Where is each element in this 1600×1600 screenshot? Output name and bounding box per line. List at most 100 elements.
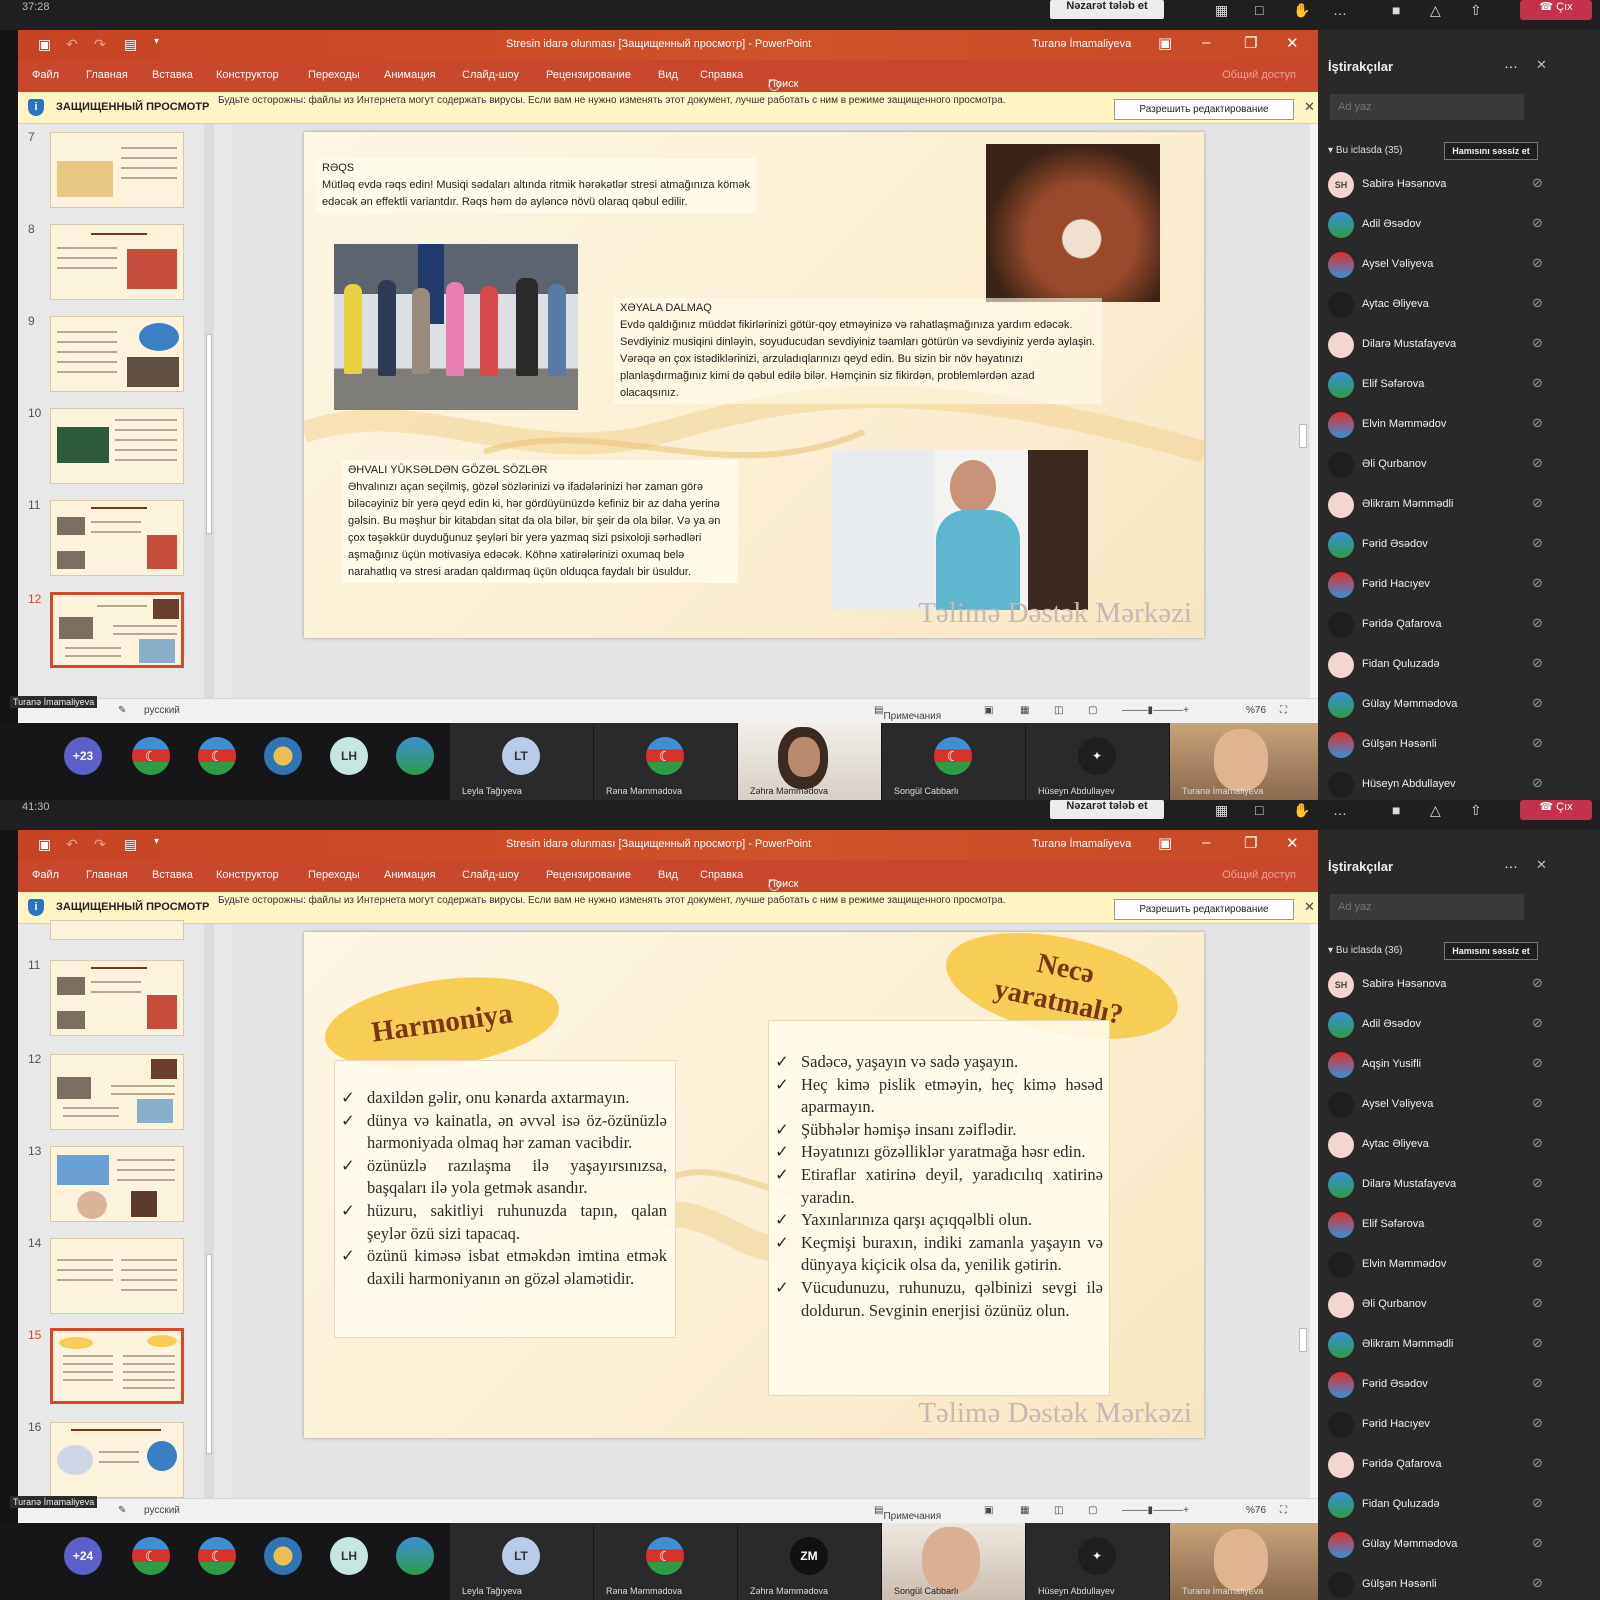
- mic-off-icon[interactable]: △: [1430, 2, 1441, 19]
- leave-button[interactable]: ☎ Çıx: [1520, 800, 1592, 820]
- slide-thumbnail[interactable]: [50, 500, 184, 576]
- close-window-icon[interactable]: ✕: [1286, 34, 1299, 52]
- tab-design[interactable]: Конструктор: [216, 869, 279, 881]
- share-screen-icon[interactable]: ⇧: [1470, 2, 1482, 19]
- close-bar-icon[interactable]: ✕: [1304, 99, 1315, 115]
- share-screen-icon[interactable]: ⇧: [1470, 802, 1482, 819]
- video-tile[interactable]: Rəna Məmmədova: [594, 723, 737, 800]
- more-actions-icon[interactable]: …: [1333, 802, 1347, 818]
- share-button[interactable]: Общий доступ: [1222, 869, 1296, 881]
- participant-row[interactable]: Fəridə Qafarova ⊘: [1328, 1450, 1546, 1480]
- participant-row[interactable]: Aqşin Yusifli ⊘: [1328, 1050, 1546, 1080]
- participant-row[interactable]: Fərid Əsədov ⊘: [1328, 1370, 1546, 1400]
- zoom-level[interactable]: %76: [1246, 705, 1266, 716]
- flag-avatar[interactable]: [132, 1537, 170, 1575]
- participant-row[interactable]: Əli Qurbanov ⊘: [1328, 1290, 1546, 1320]
- emblem-avatar[interactable]: [264, 1537, 302, 1575]
- video-tile[interactable]: LT Leyla Tağıyeva: [450, 723, 593, 800]
- zoom-slider[interactable]: –——▮———+: [1122, 705, 1189, 716]
- camera-off-icon[interactable]: ■: [1392, 802, 1400, 818]
- request-control-button[interactable]: Nəzarət tələb et: [1050, 800, 1164, 819]
- video-tile-camera[interactable]: Turanə İmamaliyeva: [1170, 1523, 1318, 1600]
- tab-help[interactable]: Справка: [700, 869, 743, 881]
- initials-avatar[interactable]: LH: [330, 1537, 368, 1575]
- more-participants-count[interactable]: +23: [64, 737, 102, 775]
- save-icon[interactable]: ▣: [38, 836, 51, 853]
- tab-review[interactable]: Рецензирование: [546, 869, 631, 881]
- minimize-icon[interactable]: –: [1202, 834, 1210, 851]
- reading-view-icon[interactable]: ◫: [1054, 1505, 1063, 1516]
- video-tile[interactable]: LT Leyla Tağıyeva: [450, 1523, 593, 1600]
- tab-view[interactable]: Вид: [658, 69, 678, 81]
- mic-off-icon[interactable]: △: [1430, 802, 1441, 819]
- participant-row[interactable]: Gülay Məmmədova ⊘: [1328, 690, 1546, 720]
- tab-slideshow[interactable]: Слайд-шоу: [462, 69, 519, 81]
- participant-row[interactable]: Aysel Vəliyeva ⊘: [1328, 250, 1546, 280]
- slide-thumbnail-selected[interactable]: [50, 592, 184, 668]
- participant-row[interactable]: Gülşən Həsənli ⊘: [1328, 730, 1546, 760]
- minimize-icon[interactable]: –: [1202, 34, 1210, 51]
- more-actions-icon[interactable]: …: [1333, 2, 1347, 18]
- restore-icon[interactable]: ❐: [1244, 34, 1257, 52]
- emblem-avatar[interactable]: [264, 737, 302, 775]
- participant-row[interactable]: Hüseyn Abdullayev ⊘: [1328, 770, 1546, 800]
- zoom-level[interactable]: %76: [1246, 1505, 1266, 1516]
- participant-row[interactable]: Fidan Quluzadə ⊘: [1328, 650, 1546, 680]
- from-beginning-icon[interactable]: ▤: [124, 36, 137, 53]
- language-indicator[interactable]: русский: [144, 1505, 180, 1516]
- normal-view-icon[interactable]: ▣: [984, 1505, 993, 1516]
- participant-row[interactable]: Elif Səfərova ⊘: [1328, 370, 1546, 400]
- camera-off-icon[interactable]: ■: [1392, 2, 1400, 18]
- participant-row[interactable]: SH Sabirə Həsənova ⊘: [1328, 970, 1546, 1000]
- participant-row[interactable]: Dilarə Mustafayeva ⊘: [1328, 330, 1546, 360]
- video-tile[interactable]: Rəna Məmmədova: [594, 1523, 737, 1600]
- participant-row[interactable]: Aytac Əliyeva ⊘: [1328, 290, 1546, 320]
- tab-file[interactable]: Файл: [32, 869, 59, 881]
- redo-icon[interactable]: ↷: [94, 836, 106, 853]
- tab-slideshow[interactable]: Слайд-шоу: [462, 869, 519, 881]
- chat-icon[interactable]: □: [1255, 2, 1263, 18]
- fit-slide-icon[interactable]: ⛶: [1280, 705, 1287, 716]
- more-options-icon[interactable]: …: [1504, 55, 1518, 71]
- ribbon-display-icon[interactable]: ▣: [1158, 834, 1172, 852]
- participant-row[interactable]: Elvin Məmmədov ⊘: [1328, 1250, 1546, 1280]
- sorter-view-icon[interactable]: ▦: [1020, 1505, 1029, 1516]
- participant-row[interactable]: Fərid Hacıyev ⊘: [1328, 570, 1546, 600]
- participants-search-input[interactable]: [1330, 94, 1524, 120]
- tab-review[interactable]: Рецензирование: [546, 69, 631, 81]
- undo-icon[interactable]: ↶: [66, 836, 78, 853]
- raise-hand-icon[interactable]: ✋: [1293, 2, 1310, 19]
- customize-qat-icon[interactable]: ▾: [154, 836, 159, 847]
- participant-row[interactable]: SH Sabirə Həsənova ⊘: [1328, 170, 1546, 200]
- more-participants-count[interactable]: +24: [64, 1537, 102, 1575]
- enable-editing-button[interactable]: Разрешить редактирование: [1114, 899, 1294, 920]
- ribbon-display-icon[interactable]: ▣: [1158, 34, 1172, 52]
- video-tile[interactable]: Songül Cabbarlı: [882, 723, 1025, 800]
- customize-qat-icon[interactable]: ▾: [154, 36, 159, 47]
- participant-row[interactable]: Aysel Vəliyeva ⊘: [1328, 1090, 1546, 1120]
- mute-all-button[interactable]: Hamısını səssiz et: [1444, 142, 1538, 160]
- close-bar-icon[interactable]: ✕: [1304, 899, 1315, 915]
- slideshow-view-icon[interactable]: ▢: [1088, 705, 1097, 716]
- participant-row[interactable]: Fərid Hacıyev ⊘: [1328, 1410, 1546, 1440]
- mute-all-button[interactable]: Hamısını səssiz et: [1444, 942, 1538, 960]
- from-beginning-icon[interactable]: ▤: [124, 836, 137, 853]
- tab-transitions[interactable]: Переходы: [308, 869, 360, 881]
- close-pane-icon[interactable]: ✕: [1536, 857, 1547, 873]
- slide-thumbnail[interactable]: [50, 316, 184, 392]
- flag-avatar[interactable]: [198, 737, 236, 775]
- enable-editing-button[interactable]: Разрешить редактирование: [1114, 99, 1294, 120]
- share-button[interactable]: Общий доступ: [1222, 69, 1296, 81]
- notes-button[interactable]: ▤ Примечания: [874, 705, 941, 722]
- flag-avatar[interactable]: [396, 1537, 434, 1575]
- video-tile[interactable]: ✦ Hüseyn Abdullayev: [1026, 723, 1169, 800]
- slide-thumbnail-selected[interactable]: [50, 1328, 184, 1404]
- tab-insert[interactable]: Вставка: [152, 69, 193, 81]
- tab-home[interactable]: Главная: [86, 869, 128, 881]
- participant-row[interactable]: Fərid Əsədov ⊘: [1328, 530, 1546, 560]
- slide-thumbnail[interactable]: [50, 408, 184, 484]
- participant-row[interactable]: Adil Əsədov ⊘: [1328, 1010, 1546, 1040]
- participant-row[interactable]: Fəridə Qafarova ⊘: [1328, 610, 1546, 640]
- slide-thumbnail[interactable]: [50, 224, 184, 300]
- video-tile-camera[interactable]: Zəhra Məmmədova: [738, 723, 881, 800]
